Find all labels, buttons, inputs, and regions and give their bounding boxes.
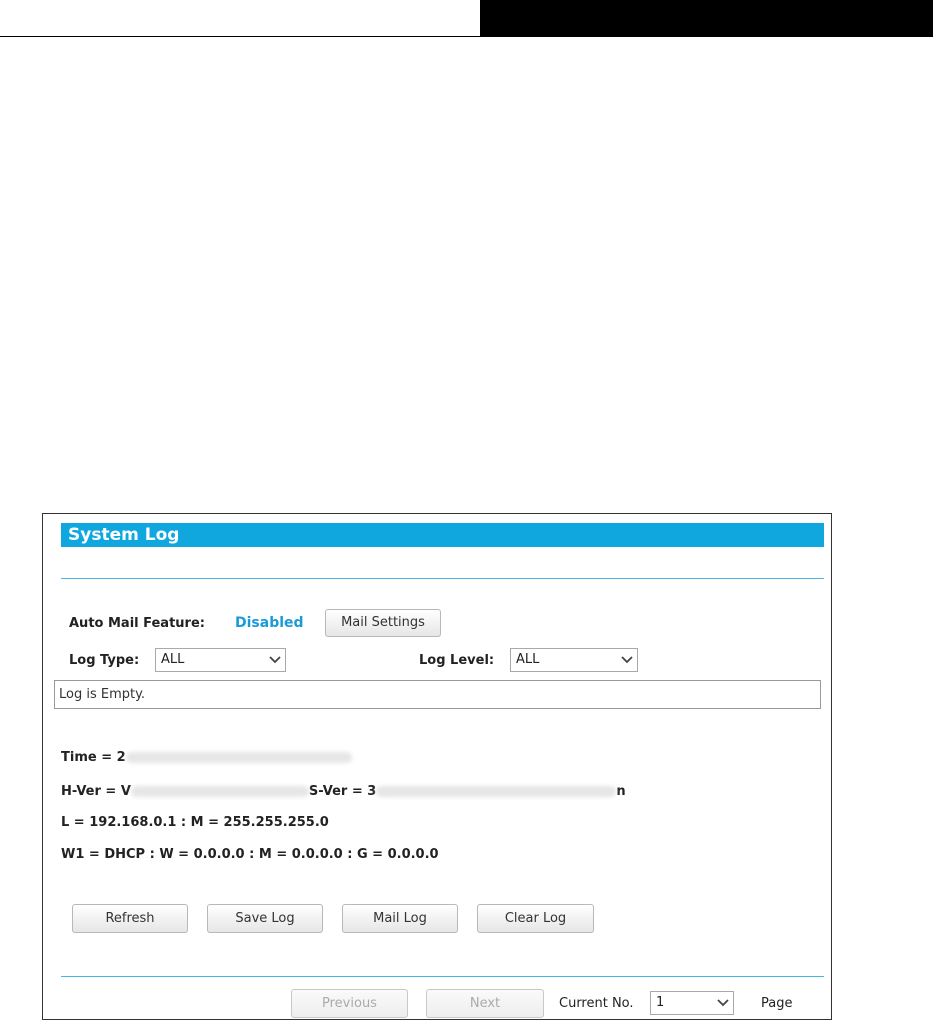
log-type-label: Log Type: [69,653,140,668]
redacted-blur [376,786,617,797]
info-time-text: Time = 2 [61,750,126,765]
page-label: Page [761,996,793,1011]
info-hver-text: H-Ver = V [61,784,131,799]
chevron-down-icon [713,992,733,1014]
divider-top [61,578,824,579]
auto-mail-label: Auto Mail Feature: [69,616,205,631]
log-level-select[interactable]: ALL [510,648,638,672]
next-button[interactable]: Next [426,989,544,1018]
current-page-value: 1 [656,995,665,1010]
chevron-down-icon [265,649,285,671]
info-time: Time = 2 [61,750,352,765]
redacted-blur [130,786,309,797]
chevron-down-icon [617,649,637,671]
mail-log-button[interactable]: Mail Log [342,904,458,933]
log-level-label: Log Level: [419,653,495,668]
divider-bottom [61,976,824,977]
info-sver-text: S-Ver = 3 [308,784,377,799]
previous-button[interactable]: Previous [291,989,408,1018]
redacted-blur [125,752,352,763]
current-page-select[interactable]: 1 [650,991,734,1015]
current-no-label: Current No. [559,996,634,1011]
header-black-block [480,0,933,37]
info-version: H-Ver = V S-Ver = 3 n [61,784,626,799]
mail-settings-button[interactable]: Mail Settings [325,609,441,637]
clear-log-button[interactable]: Clear Log [477,904,594,933]
header-rule [0,36,480,37]
info-wan: W1 = DHCP : W = 0.0.0.0 : M = 0.0.0.0 : … [61,847,439,862]
info-lan: L = 192.168.0.1 : M = 255.255.255.0 [61,815,329,830]
save-log-button[interactable]: Save Log [207,904,323,933]
log-type-value: ALL [161,652,185,667]
log-level-value: ALL [516,652,540,667]
log-type-select[interactable]: ALL [155,648,286,672]
panel-title: System Log [61,523,824,547]
log-content-box[interactable]: Log is Empty. [54,680,821,709]
auto-mail-status: Disabled [235,615,304,631]
info-sver-tail: n [616,784,626,799]
system-log-panel: System Log Auto Mail Feature: Disabled M… [42,513,832,1020]
refresh-button[interactable]: Refresh [72,904,188,933]
